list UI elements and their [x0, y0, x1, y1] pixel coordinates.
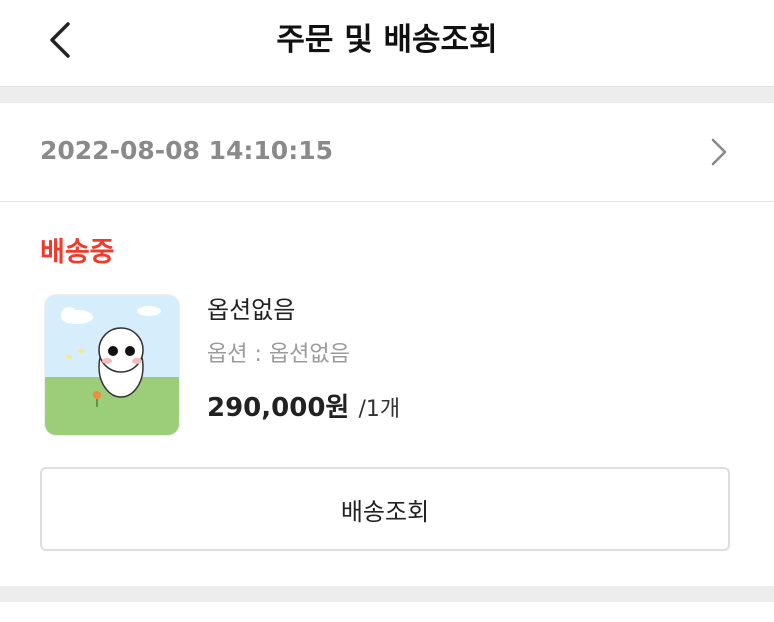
product-option: 옵션 : 옵션없음 — [207, 342, 350, 367]
section-divider — [0, 87, 774, 103]
page-title: 주문 및 배송조회 — [276, 22, 498, 58]
section-divider-bottom — [0, 586, 774, 602]
chevron-right-icon — [711, 138, 727, 166]
product-price: 290,000원 — [207, 393, 350, 423]
order-date-row[interactable]: 2022-08-08 14:10:15 — [0, 103, 774, 202]
header-bar: 주문 및 배송조회 — [0, 0, 774, 87]
track-delivery-button[interactable]: 배송조회 — [40, 467, 730, 551]
product-quantity: /1개 — [358, 397, 401, 422]
delivery-status: 배송중 — [40, 237, 115, 268]
product-image — [45, 295, 179, 435]
order-date: 2022-08-08 14:10:15 — [40, 136, 333, 165]
price-row: 290,000원 /1개 — [207, 389, 400, 430]
product-thumbnail[interactable] — [44, 294, 180, 436]
product-name: 옵션없음 — [207, 296, 296, 324]
